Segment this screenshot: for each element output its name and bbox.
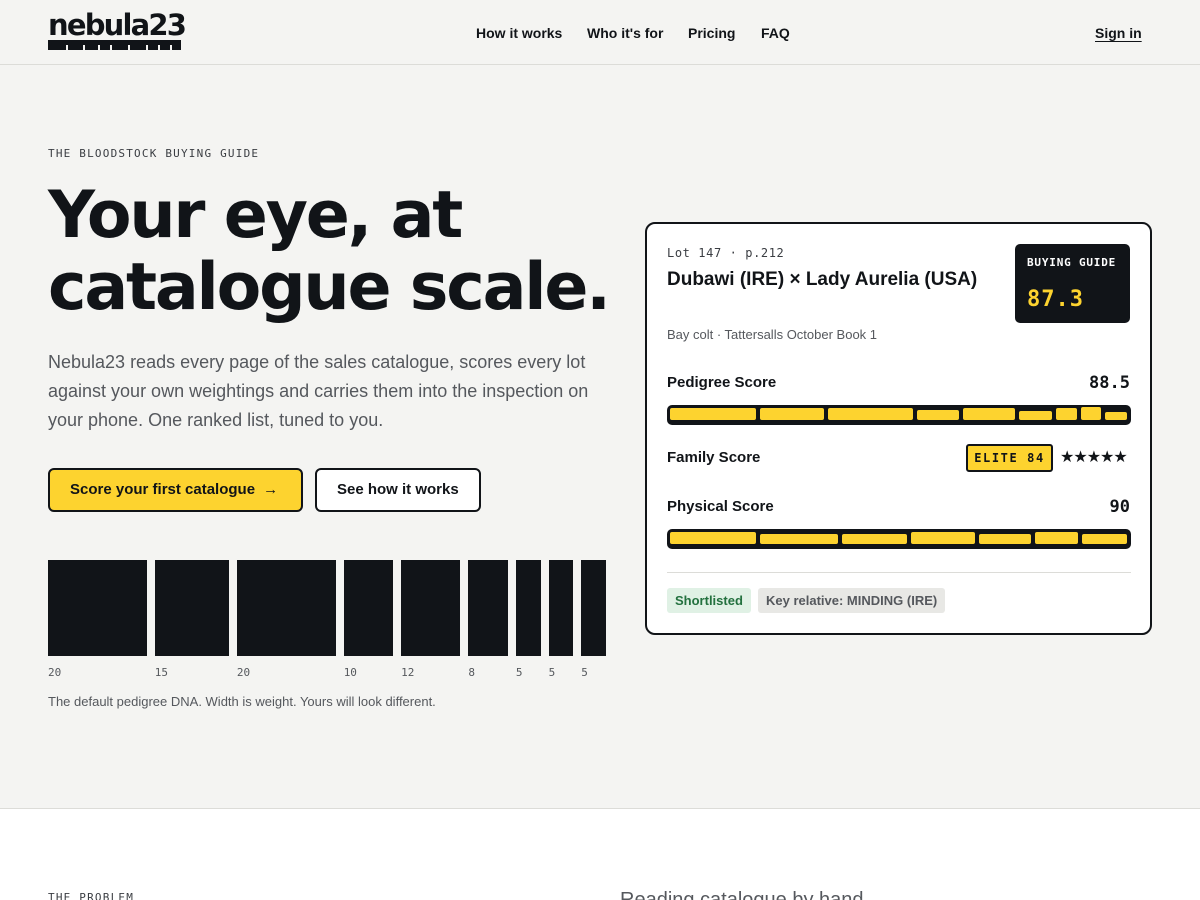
dna-bar: [515, 560, 541, 656]
dna-caption: The default pedigree DNA. Width is weigh…: [48, 694, 436, 709]
pedigree-bar-segment: [670, 408, 756, 420]
pedigree-bar-segment: [1019, 411, 1052, 420]
physical-bar-segment: [911, 532, 975, 544]
physical-score-value: 90: [1109, 497, 1130, 517]
arrow-right-icon: →: [263, 481, 279, 498]
physical-bar-segment: [842, 534, 907, 544]
physical-score-bar: [667, 529, 1131, 549]
pedigree-bar-segment: [828, 408, 913, 420]
dna-weight-label: 5: [515, 666, 523, 679]
family-star-rating: ★★★★★: [1060, 449, 1128, 466]
pedigree-bar-segment: [1056, 408, 1077, 420]
hero-title: Your eye, at catalogue scale.: [48, 180, 628, 324]
dna-weight-label: 15: [154, 666, 169, 679]
pedigree-bar-segment: [963, 408, 1015, 420]
nav-pricing[interactable]: Pricing: [688, 24, 735, 42]
problem-text: Reading catalogue by hand ...: [620, 889, 886, 900]
pedigree-score-value: 88.5: [1089, 373, 1130, 393]
nav-faq[interactable]: FAQ: [761, 24, 790, 42]
lot-description: Bay colt · Tattersalls October Book 1: [667, 327, 878, 342]
dna-bar: [581, 560, 606, 656]
pedigree-bar-segment: [917, 410, 959, 420]
dna-weight-label: 10: [343, 666, 357, 679]
dna-weight-label: 20: [236, 666, 251, 679]
dna-bar: [401, 560, 461, 656]
nav-who-its-for[interactable]: Who it's for: [587, 24, 663, 42]
logo-barcode-icon: [48, 40, 181, 50]
score-first-catalogue-button[interactable]: Score your first catalogue →: [48, 468, 303, 512]
buying-guide-badge: BUYING GUIDE 87.3: [1015, 244, 1130, 323]
family-elite-badge: ELITE 84: [966, 444, 1053, 472]
shortlisted-chip[interactable]: Shortlisted: [667, 588, 751, 613]
dna-bar: [48, 560, 147, 656]
lot-card: Lot 147 · p.212 Dubawi (IRE) × Lady Aure…: [645, 222, 1152, 635]
pedigree-score-label: Pedigree Score: [667, 374, 777, 391]
physical-bar-segment: [760, 534, 838, 544]
dna-weight-label: 8: [468, 666, 475, 679]
dna-bar: [236, 560, 336, 656]
sign-in-link[interactable]: Sign in: [1095, 24, 1142, 42]
logo-wordmark: nebula23: [48, 8, 187, 42]
hero-eyebrow: THE BLOODSTOCK BUYING GUIDE: [48, 147, 260, 160]
lot-number: Lot 147 · p.212: [667, 246, 785, 260]
primary-button-label: Score your first catalogue: [70, 481, 256, 498]
see-how-it-works-button[interactable]: See how it works: [315, 468, 481, 512]
dna-weight-label: 20: [48, 666, 62, 679]
hero-title-line-1: Your eye, at: [48, 178, 463, 253]
problem-eyebrow: THE PROBLEM: [48, 891, 135, 900]
pedigree-bar-segment: [760, 408, 824, 420]
card-divider: [667, 572, 1131, 573]
dna-bar: [468, 560, 508, 656]
dna-bar: [343, 560, 394, 656]
pedigree-score-bar: [667, 405, 1131, 425]
physical-bar-segment: [979, 534, 1031, 544]
physical-bar-segment: [1035, 532, 1078, 544]
physical-score-label: Physical Score: [667, 498, 774, 515]
pedigree-bar-segment: [1081, 407, 1101, 420]
dna-bar: [154, 560, 229, 656]
physical-bar-segment: [670, 532, 756, 544]
dna-bar: [548, 560, 574, 656]
buying-guide-label: BUYING GUIDE: [1027, 256, 1117, 269]
lot-title: Dubawi (IRE) × Lady Aurelia (USA): [667, 269, 978, 290]
dna-weight-label: 12: [401, 666, 415, 679]
family-score-label: Family Score: [667, 449, 761, 466]
problem-section: THE PROBLEM Reading catalogue by hand ..…: [0, 808, 1200, 900]
hero-title-line-2: catalogue scale.: [48, 250, 611, 325]
top-navigation: nebula23 How it works Who it's for Prici…: [0, 0, 1200, 65]
key-relative-chip[interactable]: Key relative: MINDING (IRE): [758, 588, 946, 613]
pedigree-bar-segment: [1105, 412, 1127, 420]
buying-guide-value: 87.3: [1027, 287, 1084, 312]
nebula23-logo[interactable]: nebula23: [48, 8, 187, 51]
hero-subtitle: Nebula23 reads every page of the sales c…: [48, 352, 589, 430]
dna-weight-label: 5: [581, 666, 588, 679]
dna-weight-label: 5: [548, 666, 556, 679]
nav-how-it-works[interactable]: How it works: [476, 24, 562, 42]
physical-bar-segment: [1082, 534, 1127, 544]
